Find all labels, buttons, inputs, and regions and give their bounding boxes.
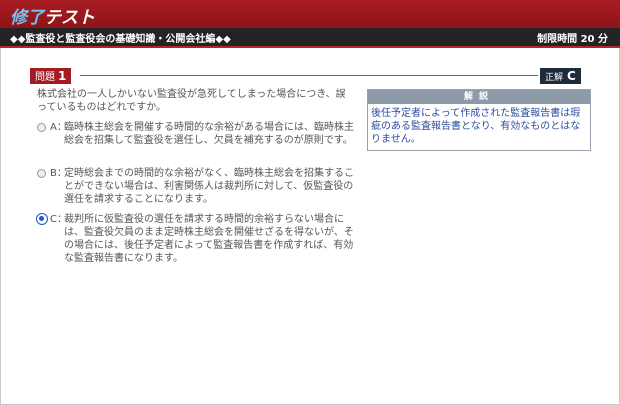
option-b-text: 定時総会までの時間的な余裕がなく、臨時株主総会を招集することができない場合は、利…: [64, 168, 354, 205]
app-title-part2: テスト: [44, 8, 95, 28]
explanation-text: 後任予定者によって作成された監査報告書は瑕疵のある監査報告書となり、有効なものと…: [371, 108, 581, 145]
top-bar: 修了テスト: [0, 0, 620, 28]
answer-value: C: [567, 69, 576, 83]
answer-badge: 正解 C: [540, 68, 581, 84]
option-a-text: 臨時株主総会を開催する時間的な余裕がある場合には、臨時株主総会を招集して監査役を…: [64, 122, 354, 146]
option-a-letter: A：: [50, 122, 67, 133]
option-a-radio[interactable]: [37, 123, 46, 132]
question-text: 株式会社の一人しかいない監査役が急死してしまった場合につき、誤っているものはどれ…: [37, 89, 346, 113]
app-title: 修了テスト: [10, 3, 95, 28]
option-b-letter: B：: [50, 168, 67, 179]
app-title-part1: 修了: [10, 8, 44, 28]
option-c-radio[interactable]: [36, 213, 48, 225]
time-limit: 制限時間 20 分: [537, 34, 608, 45]
option-a[interactable]: A： 臨時株主総会を開催する時間的な余裕がある場合には、臨時株主総会を招集して監…: [37, 121, 357, 147]
question-number: 1: [58, 69, 67, 83]
option-c-letter: C：: [50, 214, 67, 225]
option-b-radio[interactable]: [37, 169, 46, 178]
option-c-text: 裁判所に仮監査役の選任を請求する時間的余裕すらない場合には、監査役欠員のまま定時…: [64, 214, 354, 264]
question-badge: 問題 1: [30, 68, 72, 84]
option-c[interactable]: C： 裁判所に仮監査役の選任を請求する時間的余裕すらない場合には、監査役欠員のま…: [36, 213, 357, 265]
subject-bar: ◆◆監査役と監査役会の基礎知識・公開会社編◆◆ 制限時間 20 分: [0, 28, 620, 46]
explanation-heading: 解説: [368, 90, 590, 104]
header-divider: [0, 46, 620, 48]
answer-badge-label: 正解: [545, 73, 564, 83]
subject-title: ◆◆監査役と監査役会の基礎知識・公開会社編◆◆: [10, 34, 231, 45]
question-divider: [80, 75, 538, 76]
explanation-panel: 解説 後任予定者によって作成された監査報告書は瑕疵のある監査報告書となり、有効な…: [367, 89, 591, 151]
question-badge-label: 問題: [35, 72, 55, 83]
option-b[interactable]: B： 定時総会までの時間的な余裕がなく、臨時株主総会を招集することができない場合…: [37, 167, 357, 206]
